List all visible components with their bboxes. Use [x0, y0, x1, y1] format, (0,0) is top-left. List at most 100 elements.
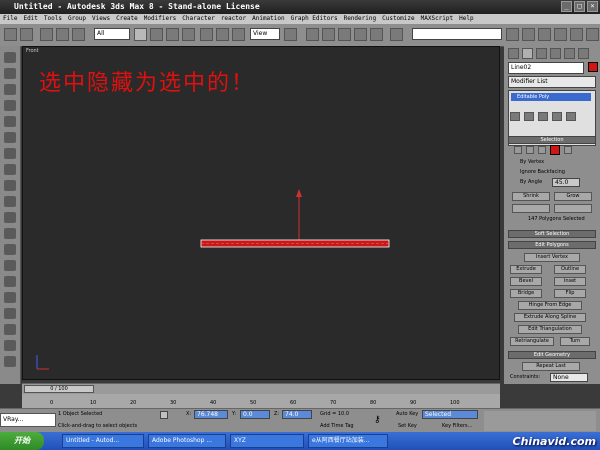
select-manipulate-icon[interactable] — [306, 28, 319, 41]
key-mode-dropdown[interactable]: Selected — [422, 410, 478, 419]
menu-maxscript[interactable]: MAXScript — [418, 14, 457, 24]
tool-icon-3[interactable] — [4, 84, 16, 95]
pivot-center-icon[interactable] — [284, 28, 297, 41]
tool-icon-9[interactable] — [4, 180, 16, 191]
front-viewport[interactable]: Front 选中隐藏为选中的！ — [22, 46, 500, 380]
stack-item-editable-poly[interactable]: Editable Poly — [511, 93, 591, 101]
close-button[interactable]: × — [587, 1, 598, 12]
scale-icon[interactable] — [232, 28, 245, 41]
tool-icon-5[interactable] — [4, 116, 16, 127]
bevel-button[interactable]: Bevel — [510, 277, 542, 286]
percent-snap-icon[interactable] — [354, 28, 367, 41]
element-mode-icon[interactable] — [564, 146, 572, 154]
render-icon[interactable] — [586, 28, 599, 41]
menu-views[interactable]: Views — [89, 14, 113, 24]
ignore-backfacing-checkbox[interactable]: Ignore Backfacing — [520, 169, 565, 176]
key-filters-button[interactable]: Key Filters... — [442, 423, 472, 429]
repeat-last-button[interactable]: Repeat Last — [522, 362, 580, 371]
selection-filter-dropdown[interactable]: All — [94, 28, 130, 40]
grow-button[interactable]: Grow — [554, 192, 592, 201]
selected-polygons[interactable] — [200, 239, 390, 248]
menu-edit[interactable]: Edit — [20, 14, 40, 24]
modify-tab-icon[interactable] — [522, 48, 533, 59]
by-vertex-checkbox[interactable]: By Vertex — [520, 159, 544, 166]
rotate-icon[interactable] — [216, 28, 229, 41]
bind-space-warp-icon[interactable] — [72, 28, 85, 41]
menu-rendering[interactable]: Rendering — [341, 14, 380, 24]
create-tab-icon[interactable] — [508, 48, 519, 59]
layer-manager-icon[interactable] — [538, 28, 551, 41]
angle-snap-icon[interactable] — [338, 28, 351, 41]
tool-icon-2[interactable] — [4, 68, 16, 79]
menu-help[interactable]: Help — [456, 14, 476, 24]
modifier-list-dropdown[interactable]: Modifier List — [508, 76, 596, 88]
add-time-tag-button[interactable]: Add Time Tag — [320, 423, 354, 429]
tool-icon-1[interactable] — [4, 52, 16, 63]
tool-icon-14[interactable] — [4, 260, 16, 271]
by-angle-checkbox[interactable]: By Angle — [520, 179, 542, 186]
start-button[interactable]: 开始 — [0, 432, 44, 450]
menu-character[interactable]: Character — [179, 14, 218, 24]
unlink-icon[interactable] — [56, 28, 69, 41]
polygon-mode-icon[interactable] — [550, 145, 560, 155]
region-select-icon[interactable] — [166, 28, 179, 41]
minimize-button[interactable]: _ — [561, 1, 572, 12]
border-mode-icon[interactable] — [538, 146, 546, 154]
extrude-button[interactable]: Extrude — [510, 265, 542, 274]
y-coordinate-field[interactable]: 0.0 — [240, 410, 270, 419]
tool-icon-16[interactable] — [4, 292, 16, 303]
playback-controls[interactable] — [484, 411, 596, 431]
extrude-along-spline-button[interactable]: Extrude Along Spline — [514, 313, 586, 322]
tool-icon-18[interactable] — [4, 324, 16, 335]
tool-icon-12[interactable] — [4, 228, 16, 239]
z-coordinate-field[interactable]: 74.0 — [282, 410, 312, 419]
tool-icon-11[interactable] — [4, 212, 16, 223]
utilities-tab-icon[interactable] — [578, 48, 589, 59]
edit-geometry-rollout-header[interactable]: Edit Geometry — [508, 351, 596, 359]
vray-window[interactable]: VRay... — [0, 413, 56, 427]
key-icon[interactable]: ⚷ — [374, 415, 388, 425]
track-bar[interactable]: 0 10 20 30 40 50 60 70 80 90 100 — [22, 394, 500, 408]
taskbar-item-browser[interactable]: e从阿西餐厅站加装... — [308, 434, 388, 448]
curve-editor-icon[interactable] — [554, 28, 567, 41]
flip-button[interactable]: Flip — [554, 289, 586, 298]
tool-icon-10[interactable] — [4, 196, 16, 207]
tool-icon-19[interactable] — [4, 340, 16, 351]
remove-modifier-icon[interactable] — [552, 112, 562, 121]
menu-customize[interactable]: Customize — [379, 14, 418, 24]
menu-file[interactable]: File — [0, 14, 20, 24]
menu-animation[interactable]: Animation — [249, 14, 288, 24]
lock-selection-icon[interactable] — [160, 411, 168, 419]
menu-reactor[interactable]: reactor — [218, 14, 249, 24]
retriangulate-button[interactable]: Retriangulate — [510, 337, 554, 346]
menu-modifiers[interactable]: Modifiers — [141, 14, 180, 24]
named-selection-sets-dropdown[interactable] — [412, 28, 502, 40]
tool-icon-8[interactable] — [4, 164, 16, 175]
tool-icon-17[interactable] — [4, 308, 16, 319]
taskbar-item-photoshop[interactable]: Adobe Photoshop ... — [148, 434, 226, 448]
named-selection-icon[interactable] — [390, 28, 403, 41]
make-unique-icon[interactable] — [538, 112, 548, 121]
outline-button[interactable]: Outline — [554, 265, 586, 274]
auto-key-button[interactable]: Auto Key — [396, 411, 418, 417]
spinner-snap-icon[interactable] — [370, 28, 383, 41]
select-by-name-icon[interactable] — [150, 28, 163, 41]
link-icon[interactable] — [40, 28, 53, 41]
edit-triangulation-button[interactable]: Edit Triangulation — [518, 325, 582, 334]
turn-button[interactable]: Turn — [560, 337, 590, 346]
tool-icon-6[interactable] — [4, 132, 16, 143]
configure-modifier-sets-icon[interactable] — [566, 112, 576, 121]
bridge-button[interactable]: Bridge — [510, 289, 542, 298]
by-angle-spinner[interactable]: 45.0 — [552, 178, 580, 187]
display-tab-icon[interactable] — [564, 48, 575, 59]
soft-selection-rollout-header[interactable]: Soft Selection — [508, 230, 596, 238]
hierarchy-tab-icon[interactable] — [536, 48, 547, 59]
edge-mode-icon[interactable] — [526, 146, 534, 154]
tool-icon-13[interactable] — [4, 244, 16, 255]
material-editor-icon[interactable] — [570, 28, 583, 41]
window-crossing-icon[interactable] — [182, 28, 195, 41]
menu-group[interactable]: Group — [65, 14, 89, 24]
taskbar-item-3dsmax[interactable]: Untitled - Autod... — [62, 434, 144, 448]
edit-polygons-rollout-header[interactable]: Edit Polygons — [508, 241, 596, 249]
snaps-toggle-icon[interactable] — [322, 28, 335, 41]
